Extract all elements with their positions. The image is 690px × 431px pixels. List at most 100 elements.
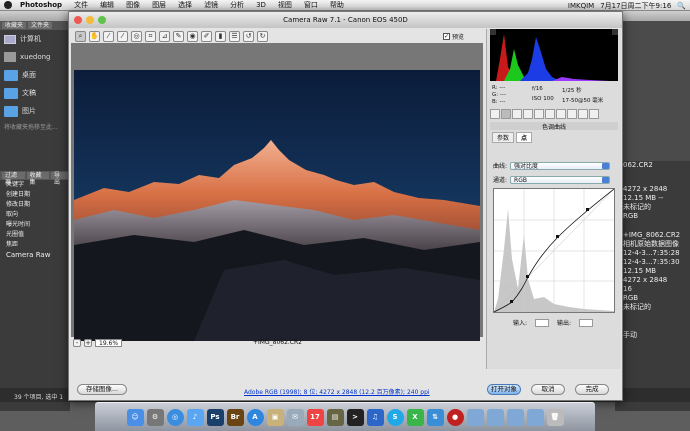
detail-icon[interactable] [512, 109, 522, 119]
app-name-menu[interactable]: Photoshop [20, 1, 62, 9]
mail-icon[interactable]: ✉ [286, 408, 304, 426]
snapshots-icon[interactable] [589, 109, 599, 119]
itunes-icon[interactable]: ♪ [186, 408, 204, 426]
filter-item[interactable]: 焦距 [0, 240, 70, 250]
graduated-filter-icon[interactable]: ▮ [215, 30, 226, 42]
tab-parametric[interactable]: 参数 [492, 132, 515, 143]
preview-checkbox[interactable]: ✓ [443, 33, 450, 40]
menu-view[interactable]: 视图 [278, 0, 292, 10]
rotate-ccw-icon[interactable]: ↺ [243, 30, 254, 42]
tab-point[interactable]: 点 [516, 132, 533, 143]
input-field[interactable] [535, 318, 550, 327]
input-method-indicator[interactable]: IMKQIM [568, 2, 594, 10]
skype-icon[interactable]: S [386, 408, 404, 426]
folder-3-icon[interactable] [506, 408, 524, 426]
menu-filter[interactable]: 滤镜 [204, 0, 218, 10]
spot-removal-icon[interactable]: ✎ [173, 30, 184, 42]
filter-item[interactable]: Camera Raw [0, 250, 70, 260]
targeted-adjust-icon[interactable]: ◎ [131, 30, 142, 42]
zoom-in-icon[interactable]: + [84, 339, 92, 347]
menu-image[interactable]: 图像 [126, 0, 140, 10]
curve-select[interactable]: 强对比度 [510, 161, 611, 170]
zoom-icon[interactable] [98, 16, 106, 24]
fav-documents[interactable]: 文稿 [0, 84, 70, 102]
clock[interactable]: 7月17日周二下午9:16 [600, 1, 671, 11]
workflow-options-link[interactable]: Adobe RGB (1998); 8 位; 4272 x 2848 (12.2… [244, 387, 430, 396]
tab-export[interactable]: 导出 [51, 172, 68, 186]
adjustment-brush-icon[interactable]: ✐ [201, 30, 212, 42]
fav-computer[interactable]: 计算机 [0, 30, 70, 48]
zoom-level-select[interactable]: 19.6% [95, 339, 123, 347]
vs-app-icon[interactable]: ⇅ [426, 408, 444, 426]
hand-tool-icon[interactable]: ✋ [89, 30, 100, 42]
menu-3d[interactable]: 3D [256, 1, 266, 9]
menu-file[interactable]: 文件 [74, 0, 88, 10]
rotate-cw-icon[interactable]: ↻ [257, 30, 268, 42]
hsl-icon[interactable] [523, 109, 533, 119]
tone-curve-icon[interactable] [501, 109, 511, 119]
filter-item[interactable]: 取向 [0, 210, 70, 220]
safari-icon[interactable]: ◎ [166, 408, 184, 426]
close-icon[interactable] [74, 16, 82, 24]
menu-select[interactable]: 选择 [178, 0, 192, 10]
photo-icon[interactable]: ▤ [326, 408, 344, 426]
channel-select[interactable]: RGB [510, 175, 611, 184]
menu-window[interactable]: 窗口 [304, 0, 318, 10]
apple-icon[interactable] [4, 1, 12, 9]
image-canvas[interactable] [71, 43, 483, 341]
filter-item[interactable]: 创建日期 [0, 190, 70, 200]
meta-action[interactable]: 手动 [615, 330, 690, 340]
crop-tool-icon[interactable]: ⌗ [145, 30, 156, 42]
fav-pictures[interactable]: 图片 [0, 102, 70, 120]
folder-4-icon[interactable] [526, 408, 544, 426]
menu-analysis[interactable]: 分析 [230, 0, 244, 10]
folder-1-icon[interactable] [466, 408, 484, 426]
filter-item[interactable]: 曝光时间 [0, 220, 70, 230]
color-sampler-icon[interactable]: ⁄ [117, 30, 128, 42]
tab-filter[interactable]: 过滤器 [2, 172, 25, 186]
red-eye-icon[interactable]: ◉ [187, 30, 198, 42]
tab-favorites[interactable]: 收藏夹 [2, 22, 27, 29]
minimize-icon[interactable] [86, 16, 94, 24]
terminal-icon[interactable]: > [346, 408, 364, 426]
open-object-button[interactable]: 打开对象 [487, 384, 521, 395]
filter-item[interactable]: 修改日期 [0, 200, 70, 210]
calendar-icon[interactable]: 17 [306, 408, 324, 426]
folder-2-icon[interactable] [486, 408, 504, 426]
bridge-icon[interactable]: Br [226, 408, 244, 426]
lens-icon[interactable] [545, 109, 555, 119]
zoom-out-icon[interactable]: - [73, 339, 81, 347]
spotlight-icon[interactable]: 🔍 [677, 2, 686, 10]
cancel-button[interactable]: 取消 [531, 384, 565, 395]
basic-icon[interactable] [490, 109, 500, 119]
trash-icon[interactable]: 🗑 [546, 408, 564, 426]
music-icon[interactable]: ♫ [366, 408, 384, 426]
camera-calibration-icon[interactable] [567, 109, 577, 119]
tone-curve-graph[interactable] [493, 188, 615, 313]
fav-desktop[interactable]: 桌面 [0, 66, 70, 84]
preview-icon[interactable]: ▣ [266, 408, 284, 426]
fav-home[interactable]: xuedong [0, 48, 70, 66]
white-balance-icon[interactable]: ⁄ [103, 30, 114, 42]
preview-toggle[interactable]: ✓ 预览 [443, 32, 464, 41]
photo-preview[interactable] [74, 70, 480, 341]
save-image-button[interactable]: 存储图像... [77, 384, 127, 395]
x-app-icon[interactable]: X [406, 408, 424, 426]
photoshop-icon[interactable]: Ps [206, 408, 224, 426]
menu-layer[interactable]: 图层 [152, 0, 166, 10]
filter-item[interactable]: 光圈值 [0, 230, 70, 240]
app-store-icon[interactable]: A [246, 408, 264, 426]
finder-icon[interactable]: ☺ [126, 408, 144, 426]
system-prefs-icon[interactable]: ⚙ [146, 408, 164, 426]
output-field[interactable] [579, 318, 594, 327]
split-toning-icon[interactable] [534, 109, 544, 119]
zoom-tool-icon[interactable]: ⌕ [75, 30, 86, 42]
tab-folders[interactable]: 文件夹 [28, 22, 53, 29]
tab-collections[interactable]: 收藏集 [26, 172, 49, 186]
effects-icon[interactable] [556, 109, 566, 119]
presets-icon[interactable] [578, 109, 588, 119]
red-app-icon[interactable]: ● [446, 408, 464, 426]
done-button[interactable]: 完成 [575, 384, 609, 395]
straighten-icon[interactable]: ⊿ [159, 30, 170, 42]
preferences-icon[interactable]: ☰ [229, 30, 240, 42]
